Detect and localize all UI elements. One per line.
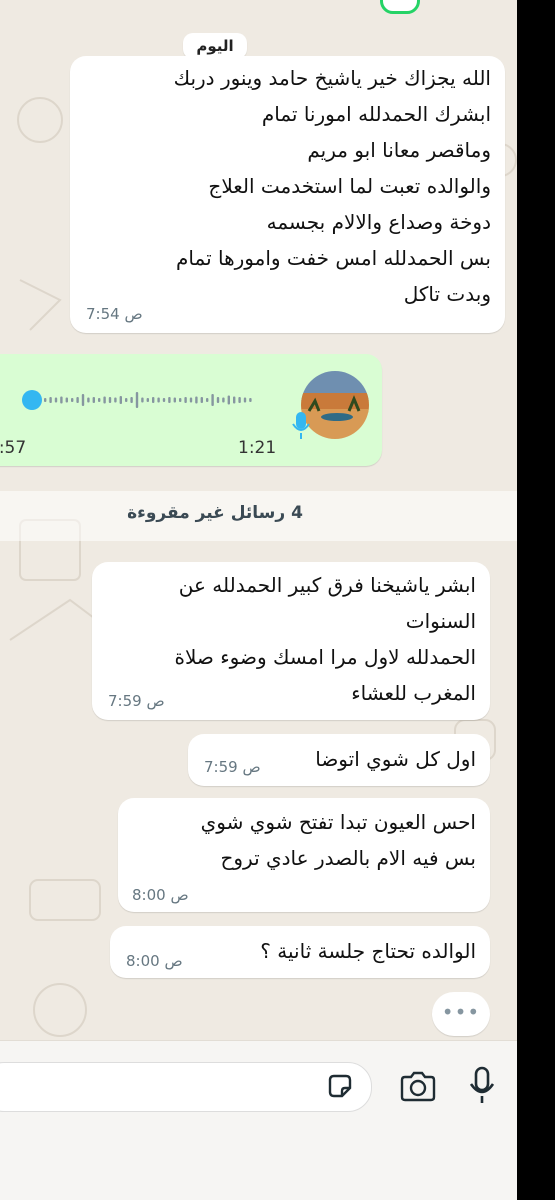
- voice-time: 7:57: [0, 438, 27, 458]
- message-text: ابشر ياشيخنا فرق كبير الحمدلله عن السنوا…: [174, 573, 476, 705]
- message-text: اول كل شوي اتوضا: [315, 747, 476, 771]
- message-bubble[interactable]: الله يجزاك خير ياشيخ حامد وينور دربك ابش…: [70, 56, 505, 333]
- message-bubble[interactable]: اول كل شوي اتوضا 7:59 ص: [188, 734, 490, 786]
- waveform-bar: [87, 397, 90, 403]
- message-bubble[interactable]: احس العيون تبدا تفتح شوي شوي بس فيه الام…: [118, 798, 490, 912]
- waveform-bar: [152, 397, 155, 403]
- waveform-bar: [146, 398, 149, 402]
- waveform-bar: [135, 392, 139, 408]
- voice-message-bubble[interactable]: 1:21 7:57: [0, 354, 382, 466]
- waveform-bar: [249, 398, 252, 402]
- waveform-bar: [60, 396, 63, 404]
- waveform-bar: [233, 396, 236, 404]
- waveform-bar: [103, 396, 106, 404]
- waveform-bar: [179, 398, 182, 402]
- waveform-bar: [54, 397, 58, 403]
- waveform-bar: [92, 397, 95, 403]
- waveform-bar: [189, 397, 193, 403]
- camera-icon[interactable]: [398, 1070, 438, 1104]
- waveform-bar: [98, 398, 101, 402]
- waveform-bar: [44, 398, 47, 402]
- voice-mic-icon: [291, 410, 311, 440]
- waveform-bar: [125, 398, 128, 402]
- message-time: 7:59 ص: [108, 692, 165, 710]
- waveform-bar: [130, 397, 133, 403]
- waveform-bar: [65, 397, 68, 403]
- message-time: 7:54 ص: [86, 305, 143, 323]
- waveform-bar: [168, 397, 171, 403]
- typing-indicator: •••: [432, 992, 490, 1036]
- message-text: الله يجزاك خير ياشيخ حامد وينور دربك ابش…: [173, 66, 491, 306]
- waveform-bar: [200, 397, 203, 403]
- waveform-bar: [206, 398, 209, 402]
- waveform-bar: [243, 397, 247, 403]
- avatar[interactable]: [301, 371, 369, 439]
- waveform-bar: [141, 397, 144, 403]
- waveform-bar: [184, 397, 187, 403]
- waveform-bar: [227, 395, 230, 405]
- chat-screen: اليوم الله يجزاك خير ياشيخ حامد وينور در…: [0, 0, 517, 1200]
- message-time: 7:59 ص: [204, 758, 261, 776]
- typing-dots: •••: [441, 1000, 481, 1024]
- voice-duration: 1:21: [238, 438, 277, 458]
- message-bubble[interactable]: ابشر ياشيخنا فرق كبير الحمدلله عن السنوا…: [92, 562, 490, 720]
- waveform-bar: [157, 397, 160, 403]
- microphone-icon[interactable]: [468, 1066, 496, 1106]
- waveform-bar: [71, 398, 74, 402]
- message-text: الوالده تحتاج جلسة ثانية ؟: [260, 939, 476, 963]
- waveform-bar: [211, 394, 214, 406]
- message-time: 8:00 ص: [132, 886, 189, 904]
- waveform-bar: [108, 397, 112, 403]
- waveform-bar: [238, 397, 241, 403]
- voice-playhead[interactable]: [22, 390, 42, 410]
- waveform-bar: [162, 398, 166, 402]
- waveform-bar: [195, 396, 198, 404]
- waveform-bar: [222, 397, 225, 403]
- waveform-bar: [119, 396, 122, 404]
- message-time: 8:00 ص: [126, 952, 183, 970]
- screen-edge: [517, 0, 555, 1200]
- waveform-bar: [76, 397, 79, 403]
- unread-divider: 4 رسائل غير مقروءة: [127, 503, 303, 523]
- sticker-icon[interactable]: [326, 1072, 354, 1100]
- top-badge: [380, 0, 420, 14]
- message-bubble[interactable]: الوالده تحتاج جلسة ثانية ؟ 8:00 ص: [110, 926, 490, 978]
- message-text: احس العيون تبدا تفتح شوي شوي بس فيه الام…: [200, 810, 476, 870]
- waveform-bar: [114, 397, 117, 403]
- waveform-bar: [49, 397, 52, 403]
- waveform-bar: [173, 397, 176, 403]
- waveform-bar: [81, 394, 85, 406]
- voice-waveform[interactable]: [44, 385, 264, 415]
- waveform-bar: [216, 397, 220, 403]
- message-input[interactable]: [0, 1062, 372, 1112]
